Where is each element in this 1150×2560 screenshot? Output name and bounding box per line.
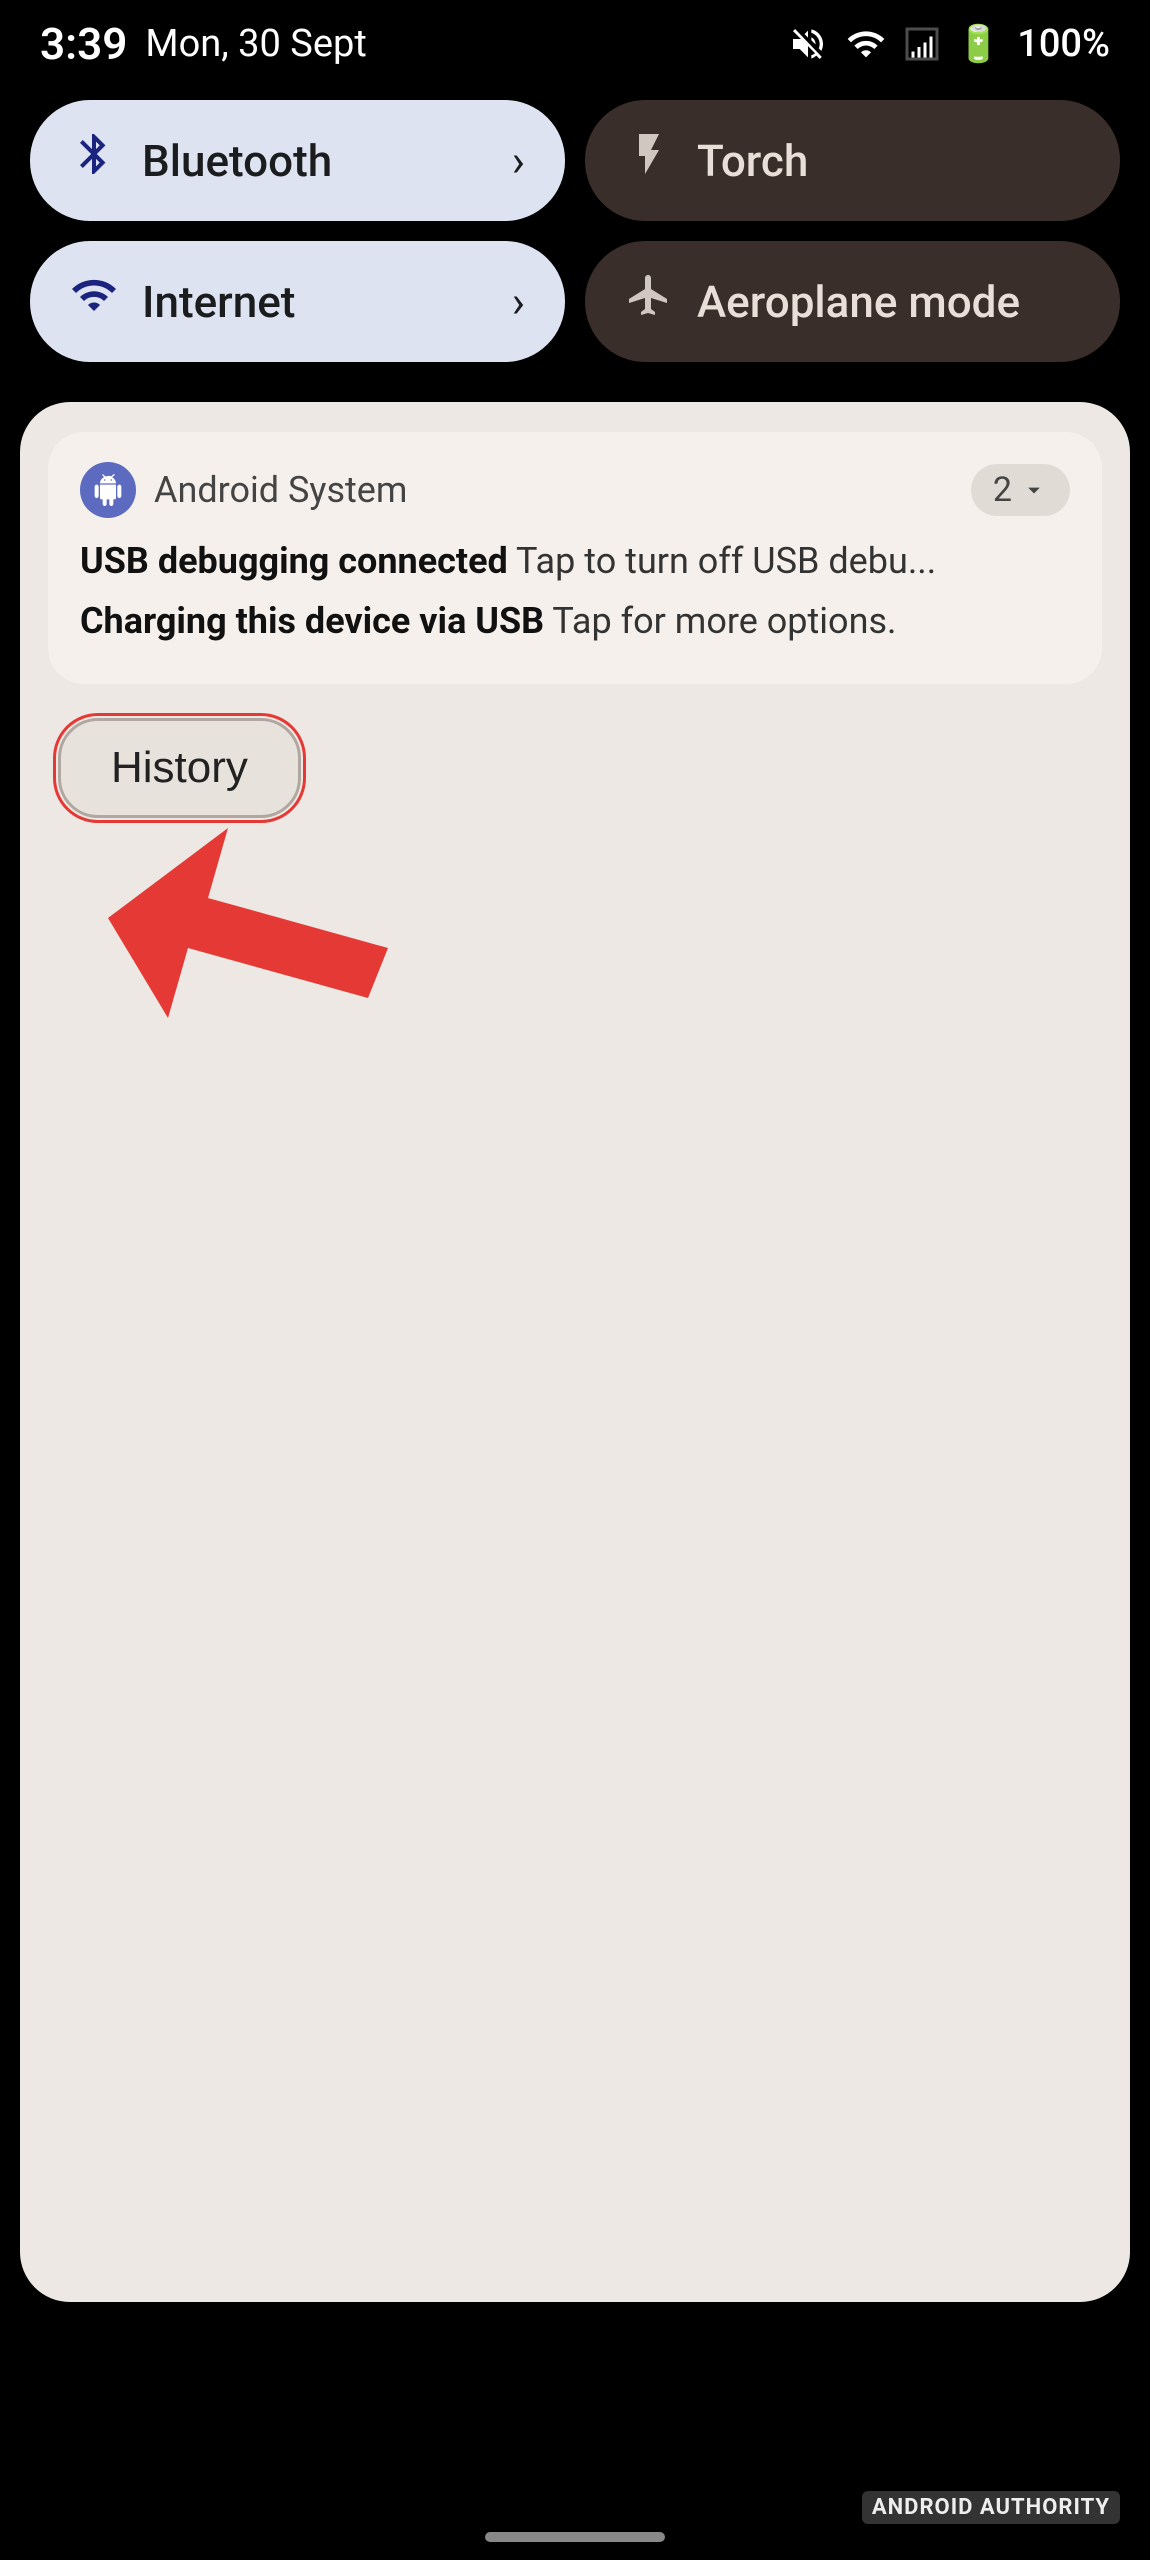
status-bar: 3:39 Mon, 30 Sept 🔋 100%	[0, 0, 1150, 80]
bluetooth-tile[interactable]: Bluetooth ›	[30, 100, 565, 221]
battery-percentage: 100%	[1017, 22, 1110, 66]
notification-count-badge[interactable]: 2	[971, 464, 1070, 516]
internet-label: Internet	[142, 276, 488, 328]
status-left: 3:39 Mon, 30 Sept	[40, 18, 367, 70]
watermark: ANDROID AUTHORITY	[862, 2495, 1120, 2520]
android-system-icon	[80, 462, 136, 518]
wifi-icon	[844, 24, 888, 64]
bluetooth-chevron: ›	[512, 135, 525, 187]
torch-tile[interactable]: Torch	[585, 100, 1120, 221]
notification-line-1: USB debugging connected Tap to turn off …	[80, 534, 1070, 588]
history-button[interactable]: History	[58, 718, 301, 818]
notification-header: Android System 2	[80, 462, 1070, 518]
annotation-arrow	[108, 828, 388, 1048]
internet-tile[interactable]: Internet ›	[30, 241, 565, 362]
notification-header-left: Android System	[80, 462, 407, 518]
notification-line-2: Charging this device via USB Tap for mor…	[80, 594, 1070, 648]
red-arrow-icon	[108, 828, 388, 1048]
notification-area: Android System 2 USB debugging connected…	[20, 402, 1130, 2302]
wifi-tile-icon	[70, 271, 118, 332]
notification-card[interactable]: Android System 2 USB debugging connected…	[48, 432, 1102, 684]
torch-icon	[625, 130, 673, 191]
bluetooth-label: Bluetooth	[142, 135, 488, 187]
signal-icon	[904, 24, 940, 64]
bluetooth-icon	[70, 130, 118, 191]
aeroplane-tile[interactable]: Aeroplane mode	[585, 241, 1120, 362]
status-date: Mon, 30 Sept	[145, 22, 366, 66]
internet-chevron: ›	[512, 276, 525, 328]
chevron-down-icon	[1020, 476, 1048, 504]
notification-app-name: Android System	[154, 469, 407, 511]
quick-settings-panel: Bluetooth › Torch Internet › Aeroplane m…	[0, 80, 1150, 392]
mute-icon	[788, 24, 828, 64]
battery-icon: 🔋	[956, 23, 1001, 65]
aeroplane-label: Aeroplane mode	[697, 276, 1080, 328]
torch-label: Torch	[697, 135, 1080, 187]
status-right: 🔋 100%	[788, 22, 1110, 66]
aeroplane-icon	[625, 271, 673, 332]
status-time: 3:39	[40, 18, 127, 70]
home-indicator[interactable]	[485, 2532, 665, 2542]
notification-count: 2	[993, 470, 1012, 510]
